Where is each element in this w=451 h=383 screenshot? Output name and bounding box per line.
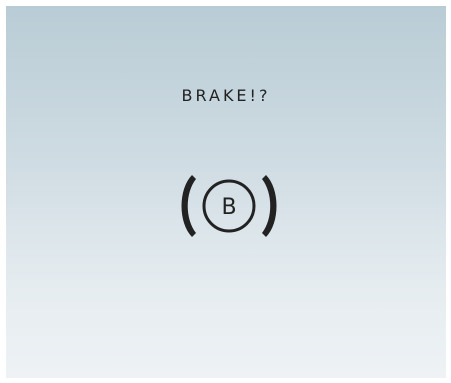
parking-brake-icon: B: [181, 175, 277, 237]
left-bracket-shape: [181, 175, 196, 237]
brake-warning-screen: BRAKE!? B: [6, 6, 446, 378]
brake-warning-text: BRAKE!?: [181, 86, 271, 105]
brake-icon-letter: B: [221, 195, 236, 220]
right-bracket-shape: [262, 175, 277, 237]
